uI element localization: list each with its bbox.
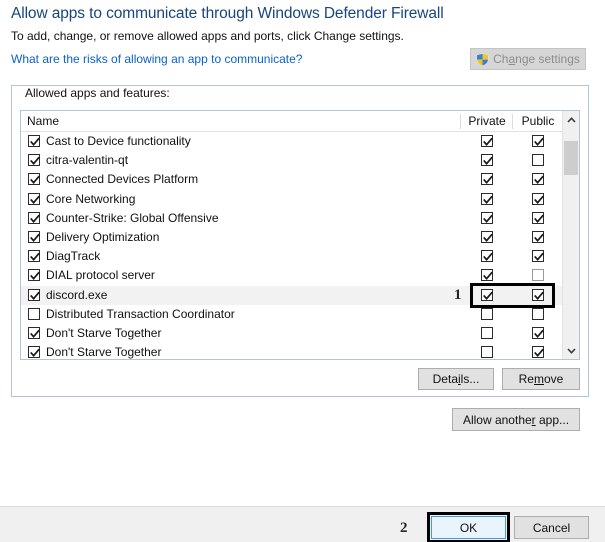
remove-button-label: Remove — [518, 372, 564, 386]
table-row[interactable]: Don't Starve Together — [21, 324, 579, 343]
table-row[interactable]: DiagTrack — [21, 247, 579, 266]
list-header: Name Private Public — [21, 111, 579, 132]
row-enabled-checkbox[interactable] — [28, 250, 40, 263]
chevron-up-icon — [566, 116, 576, 123]
row-private-checkbox[interactable] — [481, 326, 493, 339]
row-app-name: Cast to Device functionality — [46, 134, 191, 148]
row-app-name: Connected Devices Platform — [46, 172, 199, 187]
row-enabled-checkbox[interactable] — [28, 173, 40, 186]
row-app-name: citra-valentin-qt — [46, 153, 129, 168]
change-settings-label: Change settings — [493, 52, 580, 66]
table-row[interactable]: Counter-Strike: Global Offensive — [21, 209, 579, 228]
scroll-up-button[interactable] — [563, 111, 579, 128]
allowed-apps-list: Name Private Public Cast to Device funct… — [20, 110, 580, 360]
row-public-checkbox[interactable] — [532, 307, 544, 320]
row-app-name: Don't Starve Together — [46, 325, 162, 340]
allowed-apps-groupbox-label: Allowed apps and features: — [22, 86, 173, 100]
row-private-checkbox[interactable] — [481, 346, 493, 359]
list-rows: Cast to Device functionality citra-valent… — [21, 132, 579, 359]
row-private-checkbox[interactable] — [481, 173, 493, 186]
risks-help-link[interactable]: What are the risks of allowing an app to… — [11, 52, 302, 66]
row-public-checkbox[interactable] — [532, 346, 544, 359]
table-row[interactable]: Delivery Optimization — [21, 228, 579, 247]
row-enabled-checkbox[interactable] — [28, 135, 40, 147]
list-scrollbar[interactable] — [562, 111, 579, 359]
row-public-checkbox[interactable] — [532, 288, 544, 301]
annotation-number-step1: 1 — [454, 286, 462, 303]
table-row[interactable]: Don't Starve Together — [21, 343, 579, 359]
details-button[interactable]: Details... — [418, 368, 494, 390]
row-enabled-checkbox[interactable] — [28, 269, 40, 282]
row-enabled-checkbox[interactable] — [28, 211, 40, 224]
page-title: Allow apps to communicate through Window… — [11, 5, 444, 22]
table-row[interactable]: DIAL protocol server — [21, 266, 579, 285]
table-row[interactable]: Core Networking — [21, 190, 579, 209]
row-app-name: DiagTrack — [46, 249, 101, 264]
row-enabled-checkbox[interactable] — [28, 192, 40, 205]
ok-button[interactable]: OK — [431, 516, 506, 539]
row-public-checkbox[interactable] — [532, 154, 544, 167]
scroll-down-button[interactable] — [563, 342, 579, 359]
annotation-number-step2: 2 — [400, 520, 408, 536]
row-private-checkbox[interactable] — [481, 192, 493, 205]
table-row[interactable]: Distributed Transaction Coordinator — [21, 305, 579, 324]
table-row[interactable]: discord.exe — [21, 285, 579, 305]
column-header-private[interactable]: Private — [461, 111, 513, 132]
row-app-name: Distributed Transaction Coordinator — [46, 306, 235, 321]
row-public-checkbox[interactable] — [532, 192, 544, 205]
chevron-down-icon — [566, 347, 576, 354]
row-enabled-checkbox[interactable] — [28, 288, 40, 301]
table-row[interactable]: Connected Devices Platform — [21, 170, 579, 189]
row-private-checkbox[interactable] — [481, 307, 493, 320]
row-private-checkbox[interactable] — [481, 230, 493, 243]
allow-another-app-label: Allow another app... — [462, 412, 570, 427]
row-public-checkbox[interactable] — [532, 173, 544, 186]
row-enabled-checkbox[interactable] — [28, 326, 40, 339]
column-header-public[interactable]: Public — [513, 111, 563, 132]
row-public-checkbox[interactable] — [532, 211, 544, 224]
row-app-name: Don't Starve Together — [46, 345, 162, 359]
table-row[interactable]: citra-valentin-qt — [21, 151, 579, 170]
details-button-label: Details... — [432, 372, 480, 386]
row-app-name: Counter-Strike: Global Offensive — [46, 210, 219, 225]
scrollbar-thumb[interactable] — [564, 141, 578, 175]
allow-another-app-button[interactable]: Allow another app... — [452, 408, 580, 431]
row-public-checkbox[interactable] — [532, 230, 544, 243]
row-app-name: Core Networking — [46, 191, 136, 206]
row-app-name: DIAL protocol server — [46, 268, 155, 283]
table-row[interactable]: Cast to Device functionality — [21, 132, 579, 151]
row-private-checkbox[interactable] — [481, 154, 493, 167]
row-private-checkbox[interactable] — [481, 269, 493, 282]
firewall-allowed-apps-dialog: Allow apps to communicate through Window… — [0, 0, 605, 542]
row-private-checkbox[interactable] — [481, 211, 493, 224]
row-app-name: Delivery Optimization — [46, 229, 160, 244]
cancel-button[interactable]: Cancel — [514, 516, 589, 539]
uac-shield-icon — [476, 53, 489, 66]
row-enabled-checkbox[interactable] — [28, 154, 40, 167]
remove-button[interactable]: Remove — [502, 368, 580, 390]
row-public-checkbox[interactable] — [532, 269, 544, 282]
row-public-checkbox[interactable] — [532, 250, 544, 263]
row-private-checkbox[interactable] — [481, 135, 493, 147]
change-settings-button[interactable]: Change settings — [470, 48, 586, 70]
row-private-checkbox[interactable] — [481, 288, 493, 301]
row-private-checkbox[interactable] — [481, 250, 493, 263]
page-subtitle: To add, change, or remove allowed apps a… — [11, 29, 404, 43]
row-public-checkbox[interactable] — [532, 135, 544, 147]
row-app-name: discord.exe — [46, 287, 108, 302]
column-header-name[interactable]: Name — [27, 111, 59, 132]
row-enabled-checkbox[interactable] — [28, 307, 40, 320]
row-enabled-checkbox[interactable] — [28, 346, 40, 359]
row-public-checkbox[interactable] — [532, 326, 544, 339]
row-enabled-checkbox[interactable] — [28, 230, 40, 243]
